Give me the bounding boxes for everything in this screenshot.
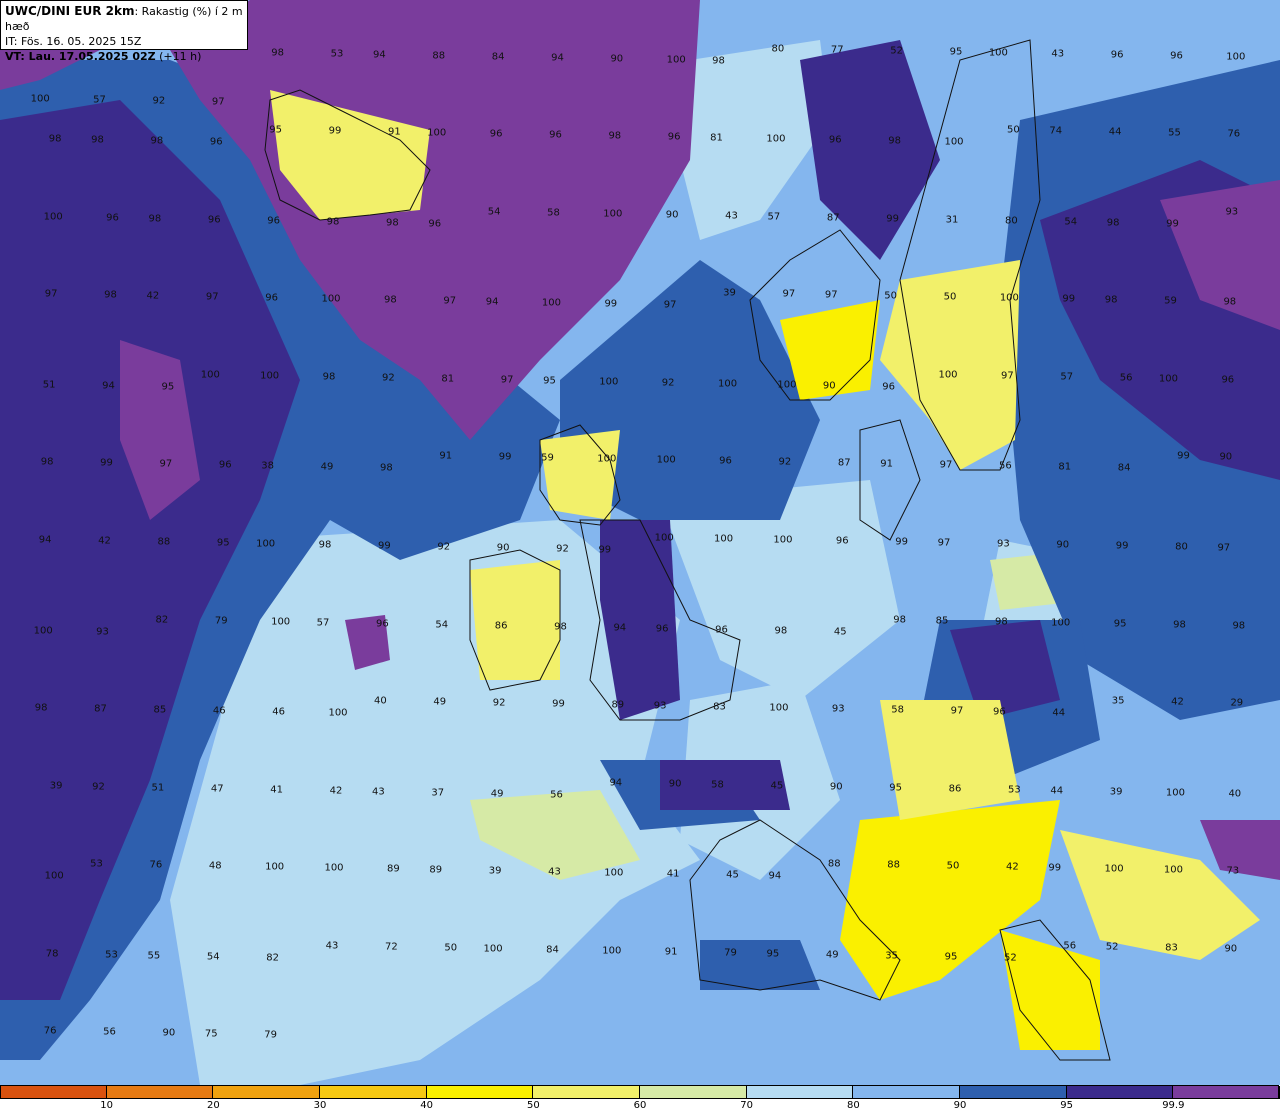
colorbar-tick-label: 60 bbox=[633, 1100, 647, 1111]
colorbar-tick-label: 20 bbox=[206, 1100, 220, 1111]
humidity-zone-40-60 bbox=[470, 560, 560, 680]
humidity-zone-95-99 bbox=[660, 760, 790, 810]
init-time: IT: Fös. 16. 05. 2025 15Z bbox=[5, 35, 142, 48]
lead-time: (+11 h) bbox=[155, 50, 202, 63]
model-name: UWC/DINI EUR 2km bbox=[5, 4, 135, 18]
map-canvas bbox=[0, 0, 1280, 1085]
colorbar-tick-label: 80 bbox=[846, 1100, 860, 1111]
colorbar-tick-label: 70 bbox=[740, 1100, 754, 1111]
colorbar-tick-label: 95 bbox=[1060, 1100, 1074, 1111]
map-title-box: UWC/DINI EUR 2km: Rakastig (%) í 2 m hæð… bbox=[0, 0, 248, 63]
colorbar-tick-label: 90 bbox=[953, 1100, 967, 1111]
humidity-map: 100 57 92 97 98 53 94 88 84 94 90 100 98 80 77 52 95 100 4… bbox=[0, 0, 1280, 1085]
colorbar-tick-label: 99.9 bbox=[1162, 1100, 1185, 1111]
valid-time: VT: Lau. 17.05.2025 02Z bbox=[5, 50, 156, 63]
colorbar: 10 20 30 40 50 60 70 80 90 95 99.9 bbox=[0, 1085, 1280, 1115]
colorbar-tick-label: 10 bbox=[100, 1100, 114, 1111]
colorbar-tick-label: 30 bbox=[313, 1100, 327, 1111]
humidity-zone-40-60 bbox=[540, 430, 620, 520]
colorbar-tick-label: 50 bbox=[526, 1100, 540, 1111]
colorbar-frame bbox=[0, 1085, 1279, 1099]
humidity-zone-40-60 bbox=[880, 700, 1020, 820]
colorbar-tick-label: 40 bbox=[420, 1100, 434, 1111]
